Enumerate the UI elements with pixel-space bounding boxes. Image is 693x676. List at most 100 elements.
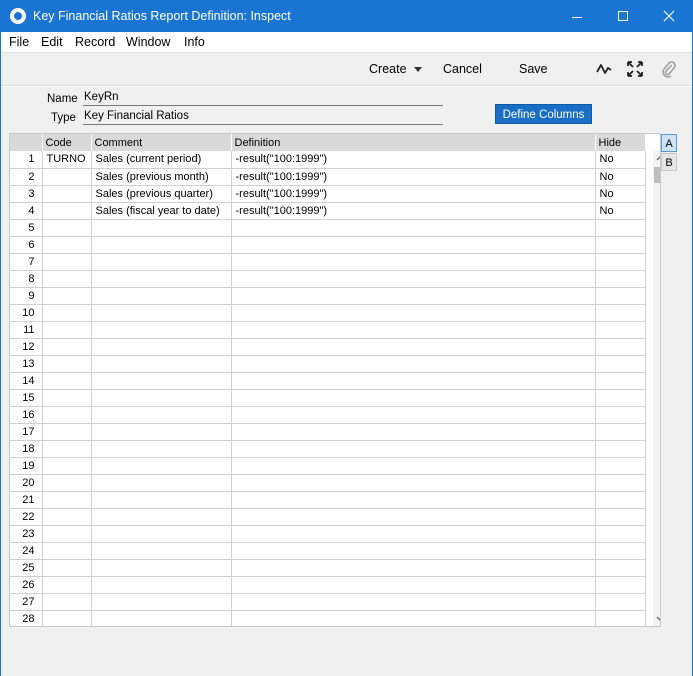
definition-cell[interactable] — [231, 219, 596, 237]
definition-cell[interactable] — [231, 593, 596, 611]
table-row[interactable]: 18 — [10, 440, 646, 458]
comment-cell[interactable] — [91, 593, 232, 611]
hide-cell[interactable] — [595, 287, 646, 305]
definition-cell[interactable]: -result("100:1999") — [231, 168, 596, 186]
definition-cell[interactable]: -result("100:1999") — [231, 202, 596, 220]
comment-cell[interactable] — [91, 406, 232, 424]
code-cell[interactable] — [42, 321, 92, 339]
definition-cell[interactable] — [231, 491, 596, 509]
hide-cell[interactable] — [595, 542, 646, 560]
table-row[interactable]: 24 — [10, 542, 646, 560]
code-cell[interactable] — [42, 185, 92, 203]
table-row[interactable]: 14 — [10, 372, 646, 390]
table-row[interactable]: 26 — [10, 576, 646, 594]
menu-edit[interactable]: Edit — [41, 35, 63, 49]
code-cell[interactable] — [42, 457, 92, 475]
hide-cell[interactable]: No — [595, 151, 646, 169]
comment-cell[interactable]: Sales (previous quarter) — [91, 185, 232, 203]
expand-icon[interactable] — [626, 60, 644, 78]
table-row[interactable]: 2 Sales (previous month) -result("100:1999… — [10, 168, 646, 186]
activity-icon[interactable] — [595, 60, 613, 78]
hide-cell[interactable]: No — [595, 185, 646, 203]
table-row[interactable]: 19 — [10, 457, 646, 475]
comment-cell[interactable] — [91, 423, 232, 441]
comment-cell[interactable] — [91, 236, 232, 254]
hide-cell[interactable] — [595, 457, 646, 475]
definition-cell[interactable] — [231, 406, 596, 424]
definition-cell[interactable] — [231, 338, 596, 356]
table-row[interactable]: 23 — [10, 525, 646, 543]
code-cell[interactable] — [42, 270, 92, 288]
hide-cell[interactable] — [595, 321, 646, 339]
column-header-hide[interactable]: Hide — [595, 134, 646, 151]
hide-cell[interactable] — [595, 423, 646, 441]
scroll-thumb[interactable] — [654, 167, 660, 183]
side-tab-b[interactable]: B — [661, 153, 677, 171]
definition-cell[interactable] — [231, 321, 596, 339]
table-row[interactable]: 10 — [10, 304, 646, 322]
code-cell[interactable]: TURNO — [42, 151, 92, 169]
definition-cell[interactable] — [231, 508, 596, 526]
code-cell[interactable] — [42, 304, 92, 322]
hide-cell[interactable] — [595, 270, 646, 288]
menu-window[interactable]: Window — [126, 35, 170, 49]
definition-cell[interactable] — [231, 389, 596, 407]
comment-cell[interactable] — [91, 253, 232, 271]
code-cell[interactable] — [42, 253, 92, 271]
definition-cell[interactable] — [231, 355, 596, 373]
table-row[interactable]: 27 — [10, 593, 646, 611]
type-field[interactable]: Key Financial Ratios — [83, 109, 443, 125]
side-tab-a[interactable]: A — [661, 134, 677, 152]
hide-cell[interactable] — [595, 559, 646, 577]
code-cell[interactable] — [42, 202, 92, 220]
code-cell[interactable] — [42, 508, 92, 526]
code-cell[interactable] — [42, 542, 92, 560]
table-row[interactable]: 1 TURNO Sales (current period) -result("100… — [10, 151, 646, 169]
table-row[interactable]: 25 — [10, 559, 646, 577]
column-header-comment[interactable]: Comment — [91, 134, 232, 151]
comment-cell[interactable] — [91, 457, 232, 475]
definition-cell[interactable] — [231, 287, 596, 305]
hide-cell[interactable] — [595, 610, 646, 626]
define-columns-button[interactable]: Define Columns — [495, 104, 592, 124]
comment-cell[interactable]: Sales (fiscal year to date) — [91, 202, 232, 220]
hide-cell[interactable] — [595, 440, 646, 458]
table-row[interactable]: 4 Sales (fiscal year to date) -result("100… — [10, 202, 646, 220]
close-button[interactable] — [646, 1, 692, 32]
code-cell[interactable] — [42, 338, 92, 356]
comment-cell[interactable] — [91, 389, 232, 407]
hide-cell[interactable] — [595, 389, 646, 407]
hide-cell[interactable] — [595, 355, 646, 373]
minimize-button[interactable] — [554, 1, 600, 32]
hide-cell[interactable] — [595, 406, 646, 424]
title-bar[interactable]: Key Financial Ratios Report Definition: … — [1, 1, 692, 32]
code-cell[interactable] — [42, 559, 92, 577]
code-cell[interactable] — [42, 389, 92, 407]
definition-cell[interactable] — [231, 525, 596, 543]
code-cell[interactable] — [42, 219, 92, 237]
comment-cell[interactable]: Sales (previous month) — [91, 168, 232, 186]
table-row[interactable]: 17 — [10, 423, 646, 441]
code-cell[interactable] — [42, 525, 92, 543]
comment-cell[interactable] — [91, 610, 232, 626]
table-row[interactable]: 11 — [10, 321, 646, 339]
comment-cell[interactable] — [91, 270, 232, 288]
code-cell[interactable] — [42, 287, 92, 305]
comment-cell[interactable] — [91, 559, 232, 577]
definition-cell[interactable] — [231, 576, 596, 594]
paperclip-icon[interactable] — [660, 60, 678, 78]
table-row[interactable]: 7 — [10, 253, 646, 271]
code-cell[interactable] — [42, 610, 92, 626]
definition-cell[interactable] — [231, 372, 596, 390]
hide-cell[interactable] — [595, 219, 646, 237]
maximize-button[interactable] — [600, 1, 646, 32]
code-cell[interactable] — [42, 440, 92, 458]
definition-cell[interactable]: -result("100:1999") — [231, 151, 596, 169]
hide-cell[interactable] — [595, 474, 646, 492]
create-button[interactable]: Create — [369, 62, 422, 76]
definition-cell[interactable] — [231, 304, 596, 322]
code-cell[interactable] — [42, 474, 92, 492]
hide-cell[interactable]: No — [595, 168, 646, 186]
menu-record[interactable]: Record — [75, 35, 115, 49]
hide-cell[interactable]: No — [595, 202, 646, 220]
